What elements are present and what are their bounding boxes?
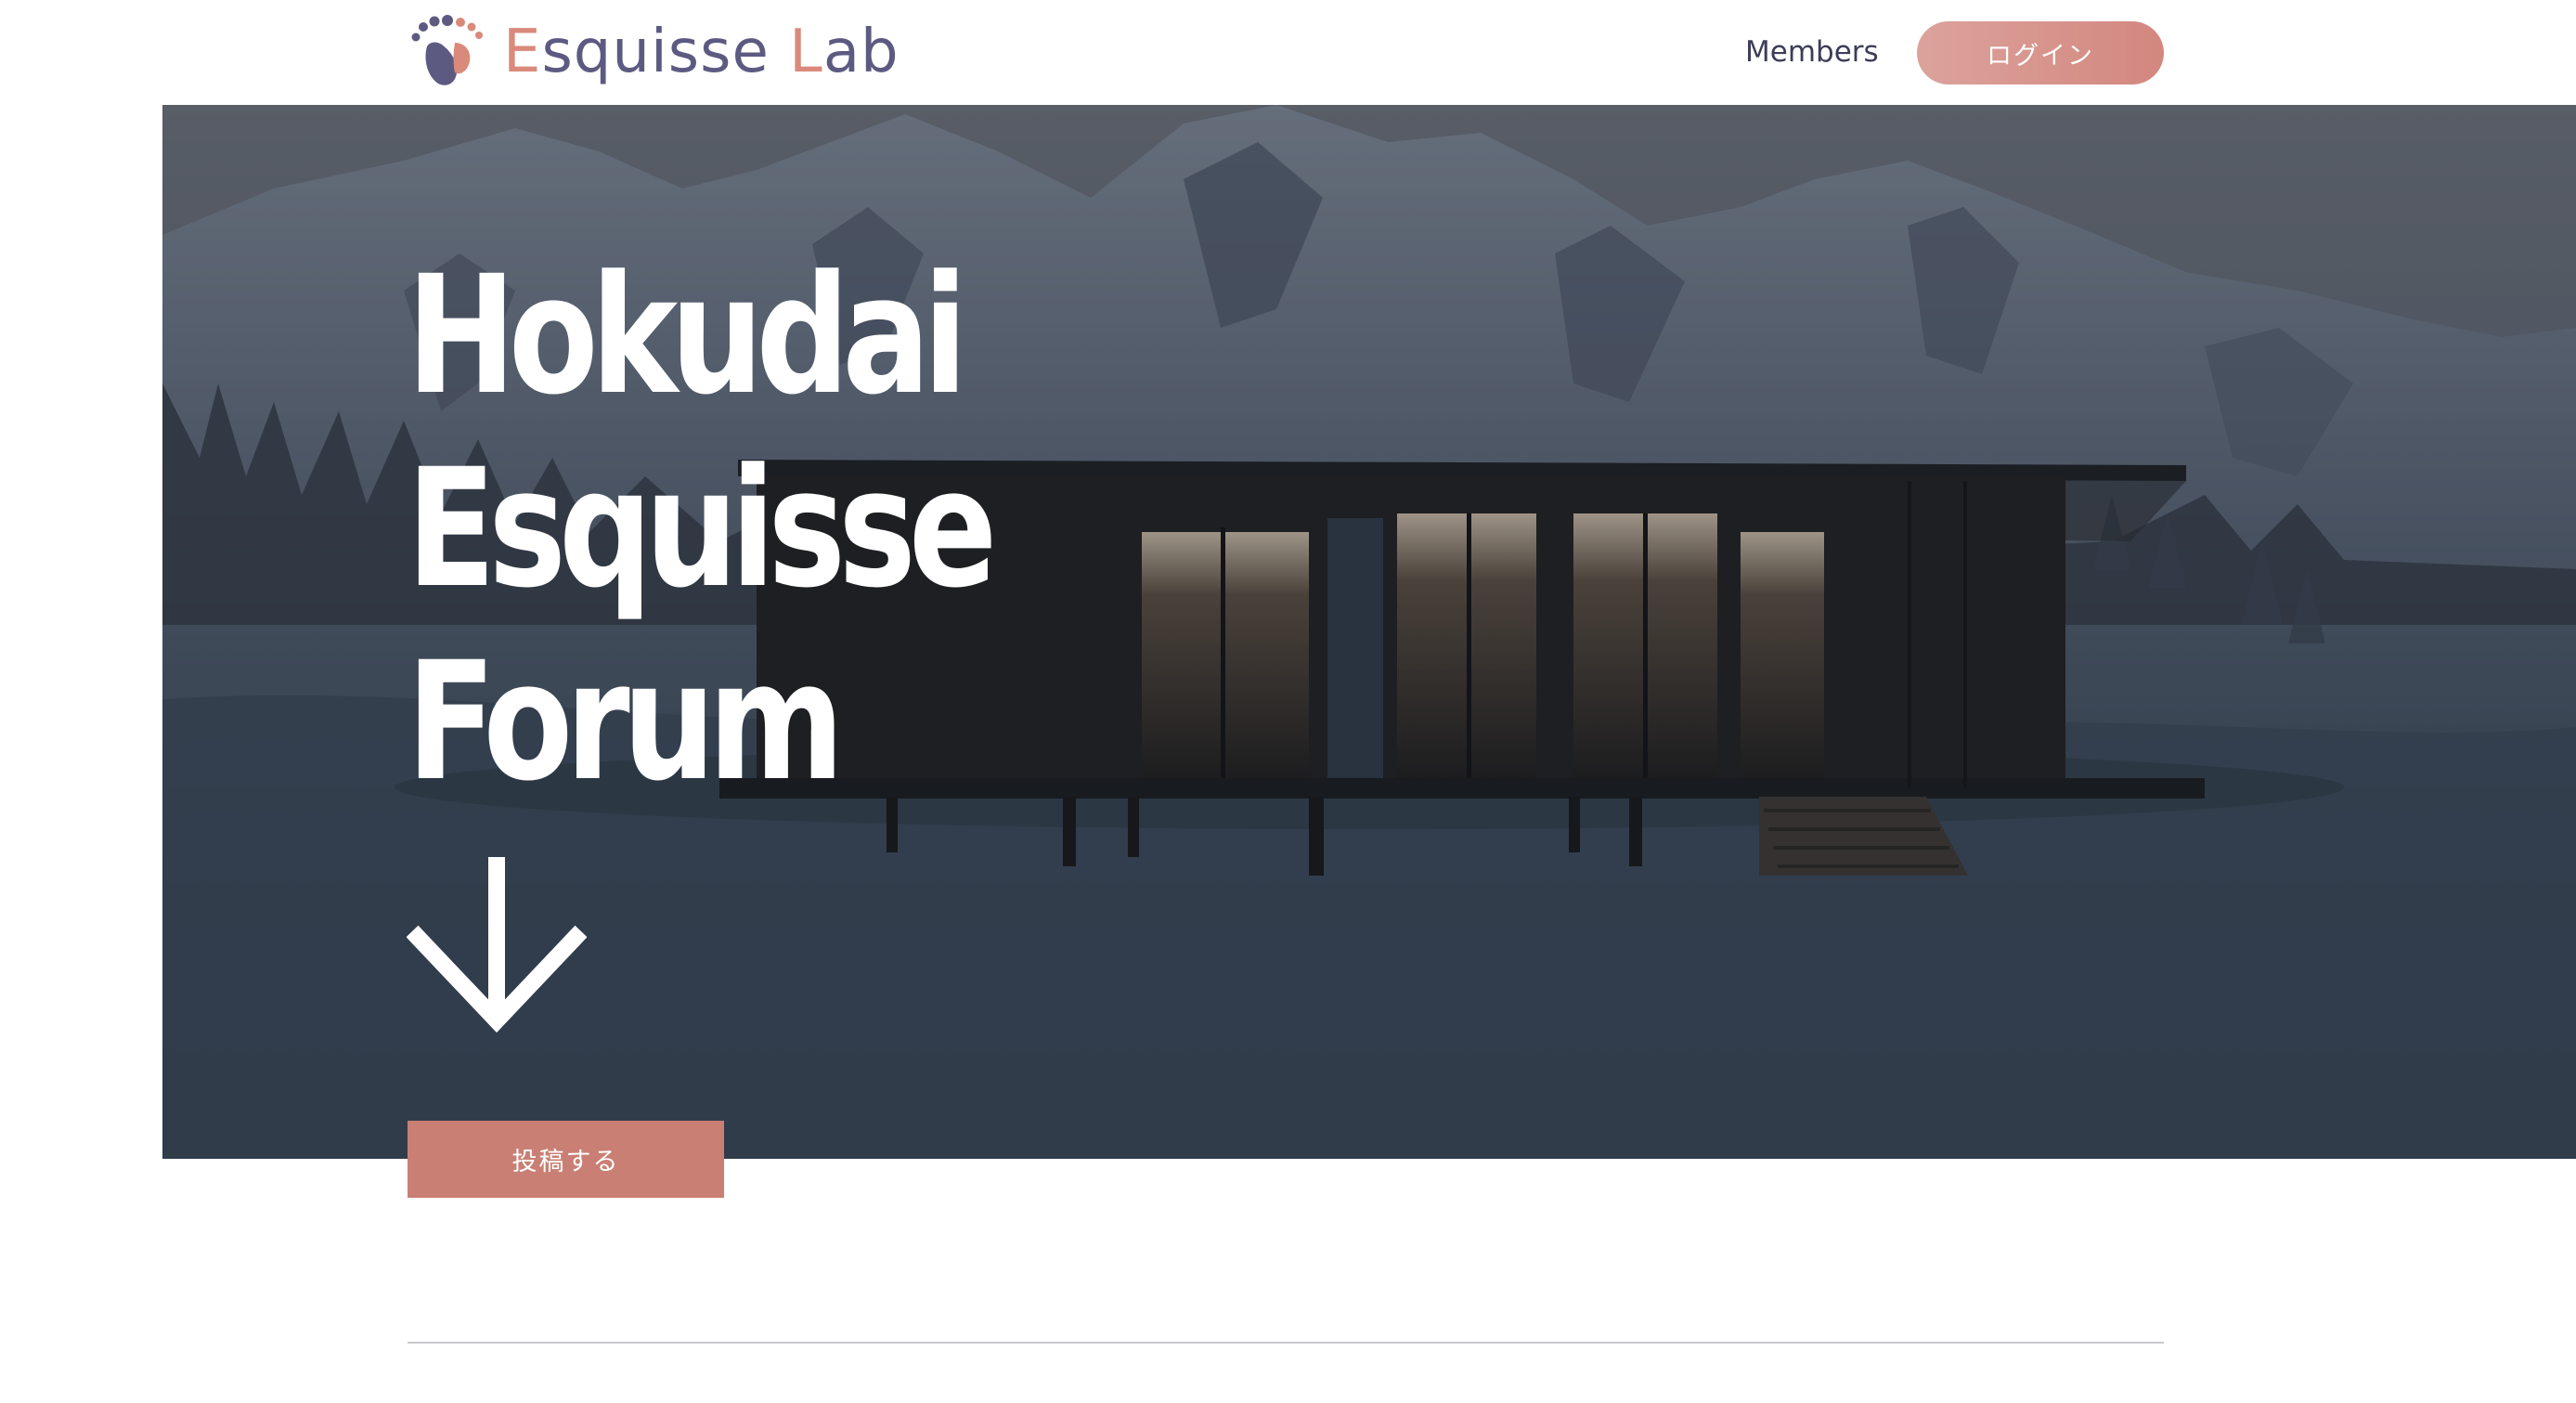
footprint-logo-icon: [411, 15, 483, 85]
hero-title: Hokudai Esquisse Forum: [407, 240, 997, 819]
site-header: Esquisse Lab Members ログイン: [0, 0, 2576, 105]
login-button[interactable]: ログイン: [1917, 21, 2164, 84]
nav-members-link[interactable]: Members: [1745, 30, 1879, 74]
arrow-down-icon[interactable]: [407, 857, 587, 1039]
logo-letter-e: E: [503, 18, 542, 86]
site-logo[interactable]: Esquisse Lab: [407, 15, 900, 89]
logo-text-part1: squisse: [541, 18, 790, 86]
hero-title-line-1: Hokudai: [407, 240, 968, 431]
logo-wordmark: Esquisse Lab: [503, 22, 900, 82]
logo-text-part2: ab: [822, 18, 900, 86]
logo-letter-l: L: [789, 18, 823, 86]
post-button[interactable]: 投稿する: [408, 1121, 724, 1198]
hero-section: Hokudai Esquisse Forum: [162, 105, 2576, 1159]
hero-title-line-2: Esquisse: [407, 434, 997, 624]
hero-title-line-3: Forum: [407, 627, 845, 817]
section-divider: [408, 1342, 2164, 1344]
